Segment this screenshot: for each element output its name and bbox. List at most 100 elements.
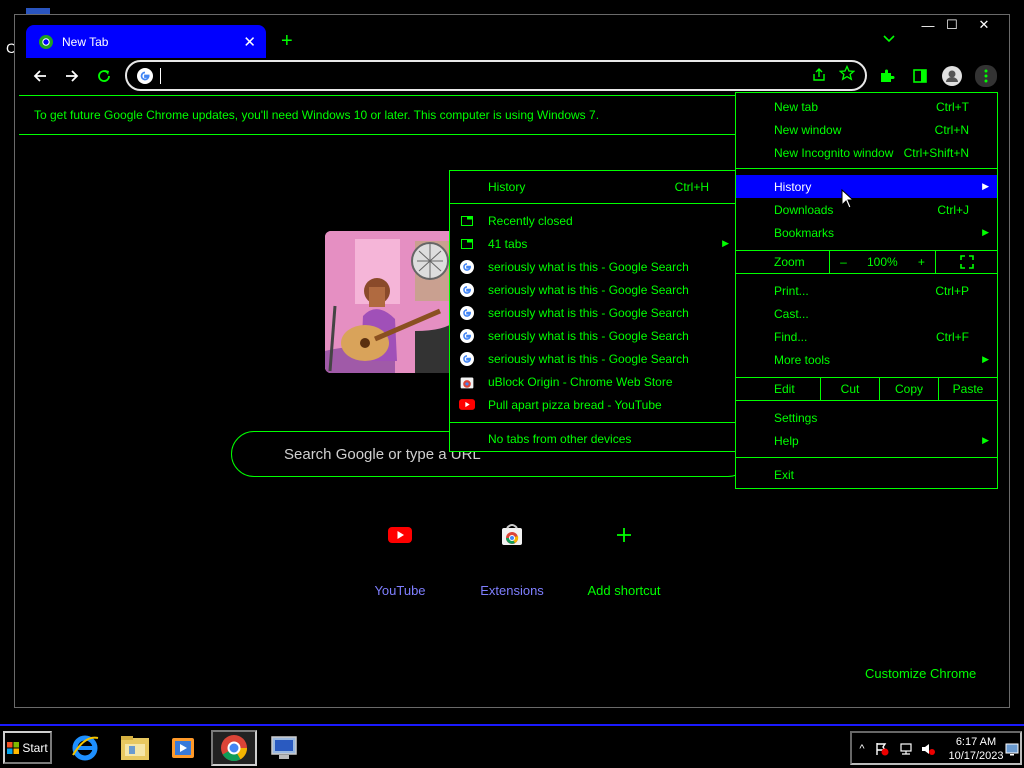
menu-item-bookmarks[interactable]: Bookmarks ▶ [736, 221, 997, 244]
customize-chrome-button[interactable]: Customize Chrome [865, 666, 976, 681]
text-caret [160, 68, 161, 84]
menu-item-label: Downloads [774, 202, 834, 217]
volume-muted-icon[interactable] [920, 741, 936, 757]
menu-item-shortcut: Ctrl+N [934, 122, 969, 137]
kebab-menu-icon[interactable] [975, 65, 997, 87]
close-window-button[interactable]: ✕ [969, 15, 999, 35]
history-entry[interactable]: seriously what is this - Google Search [450, 347, 737, 370]
history-entry[interactable]: uBlock Origin - Chrome Web Store [450, 370, 737, 393]
remote-desktop-taskbar-button[interactable] [261, 730, 307, 766]
paste-button[interactable]: Paste [938, 378, 997, 400]
tab-new-tab[interactable]: New Tab ✕ [26, 25, 266, 58]
menu-item-find[interactable]: Find... Ctrl+F [736, 325, 997, 348]
menu-item-help[interactable]: Help ▶ [736, 429, 997, 452]
menu-item-downloads[interactable]: Downloads Ctrl+J [736, 198, 997, 221]
menu-item-print[interactable]: Print... Ctrl+P [736, 279, 997, 302]
media-player-taskbar-button[interactable] [160, 730, 206, 766]
menu-item-label: Print... [774, 283, 809, 298]
history-entry-label: seriously what is this - Google Search [488, 328, 689, 343]
history-shortcut: Ctrl+H [674, 179, 709, 194]
new-tab-button[interactable]: + [281, 30, 293, 53]
menu-item-label: Bookmarks [774, 225, 835, 240]
maximize-button[interactable]: ☐ [937, 15, 967, 35]
action-center-flag-icon[interactable] [874, 741, 890, 757]
other-devices-item: No tabs from other devices [450, 427, 737, 450]
show-desktop-icon[interactable] [1004, 741, 1020, 757]
start-button[interactable]: Start [3, 731, 52, 764]
menu-item-shortcut: Ctrl+J [937, 202, 969, 217]
zoom-row: Zoom – 100% + [736, 250, 997, 274]
zoom-in-button[interactable]: + [918, 255, 925, 269]
google-g-icon [459, 328, 475, 344]
menu-item-more-tools[interactable]: More tools ▶ [736, 348, 997, 371]
internet-explorer-icon [72, 735, 99, 761]
menu-separator [736, 457, 997, 458]
history-entry[interactable]: seriously what is this - Google Search [450, 255, 737, 278]
cut-button[interactable]: Cut [820, 378, 879, 400]
clock-date: 10/17/2023 [948, 750, 1004, 762]
google-g-icon [459, 259, 475, 275]
menu-item-label: Cast... [774, 306, 809, 321]
back-button[interactable] [29, 65, 51, 87]
tab-search-icon[interactable] [883, 32, 895, 46]
side-panel-icon[interactable] [910, 66, 930, 86]
submenu-arrow-icon: ▶ [982, 435, 989, 445]
network-icon[interactable] [898, 741, 914, 757]
chrome-favicon-icon [39, 34, 53, 49]
edit-row: Edit Cut Copy Paste [736, 377, 997, 401]
menu-item-new-tab[interactable]: New tab Ctrl+T [736, 95, 997, 118]
history-tabs-group[interactable]: 41 tabs ▶ [450, 232, 737, 255]
star-icon[interactable] [838, 64, 856, 86]
chrome-main-menu: New tab Ctrl+T New window Ctrl+N New Inc… [735, 92, 998, 489]
profile-icon[interactable] [942, 66, 962, 86]
zoom-out-button[interactable]: – [840, 255, 847, 269]
menu-item-label: Find... [774, 329, 808, 344]
menu-item-new-window[interactable]: New window Ctrl+N [736, 118, 997, 141]
chrome-taskbar-button[interactable] [211, 730, 257, 766]
shortcut-label: Extensions [480, 583, 544, 598]
taskbar-clock[interactable]: 6:17 AM 10/17/2023 [944, 735, 1008, 763]
history-menu-item[interactable]: History Ctrl+H [450, 175, 737, 198]
menu-item-shortcut: Ctrl+Shift+N [903, 145, 969, 160]
menu-item-new-incognito[interactable]: New Incognito window Ctrl+Shift+N [736, 141, 997, 164]
extensions-puzzle-icon[interactable] [877, 66, 897, 86]
edit-label: Edit [774, 382, 795, 396]
omnibox[interactable] [125, 60, 867, 91]
menu-item-settings[interactable]: Settings [736, 406, 997, 429]
shortcut-extensions[interactable]: Extensions [464, 515, 560, 598]
tray-expand-icon[interactable]: ^ [854, 741, 870, 757]
internet-explorer-taskbar-button[interactable] [62, 730, 108, 766]
shortcut-youtube[interactable]: YouTube [352, 515, 448, 598]
clock-time: 6:17 AM [955, 736, 997, 748]
google-g-icon [137, 68, 153, 84]
history-entry[interactable]: seriously what is this - Google Search [450, 301, 737, 324]
history-entry[interactable]: seriously what is this - Google Search [450, 324, 737, 347]
fullscreen-button[interactable] [935, 251, 997, 273]
shortcut-add[interactable]: Add shortcut [576, 515, 672, 598]
menu-item-cast[interactable]: Cast... [736, 302, 997, 325]
tabs-group-label: 41 tabs [488, 236, 528, 251]
menu-item-label: Help [774, 433, 799, 448]
submenu-arrow-icon: ▶ [982, 227, 989, 237]
back-arrow-icon [33, 70, 46, 82]
google-doodle[interactable] [325, 231, 455, 373]
menu-item-label: New Incognito window [774, 145, 894, 160]
reload-button[interactable] [93, 65, 115, 87]
tab-close-icon[interactable]: ✕ [243, 33, 256, 51]
taskbar: Start ^ 6:17 AM 10/17/2023 [0, 724, 1024, 768]
history-entry[interactable]: Pull apart pizza bread - YouTube [450, 393, 737, 416]
submenu-arrow-icon: ▶ [982, 181, 989, 191]
menu-item-exit[interactable]: Exit [736, 463, 997, 486]
mouse-cursor-icon [841, 189, 855, 209]
infobar-text: To get future Google Chrome updates, you… [34, 108, 600, 122]
media-player-icon [172, 738, 194, 758]
menu-separator [450, 203, 737, 204]
file-explorer-taskbar-button[interactable] [112, 730, 158, 766]
menu-separator [450, 422, 737, 423]
copy-button[interactable]: Copy [879, 378, 938, 400]
share-icon[interactable] [811, 67, 827, 87]
history-entry[interactable]: seriously what is this - Google Search [450, 278, 737, 301]
menu-item-history[interactable]: History ▶ [736, 175, 997, 198]
forward-button[interactable] [61, 65, 83, 87]
recently-closed-header: Recently closed [450, 209, 737, 232]
